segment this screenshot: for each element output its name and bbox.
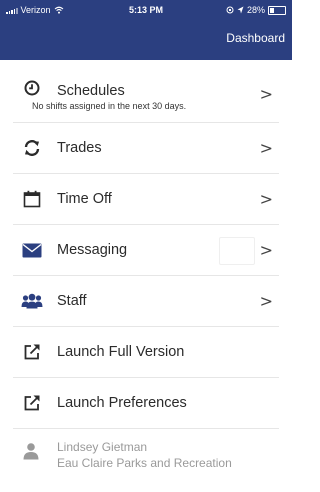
user-name: Lindsey Gietman — [57, 440, 148, 454]
chevron-right-icon: > — [259, 84, 273, 104]
schedules-sublabel: No shifts assigned in the next 30 days. — [32, 101, 187, 111]
menu-item-messaging[interactable]: Messaging > — [13, 225, 279, 276]
location-icon — [237, 6, 244, 14]
menu-item-staff[interactable]: Staff > — [13, 276, 279, 327]
chevron-right-icon: > — [259, 189, 273, 209]
orientation-lock-icon — [226, 6, 234, 14]
dashboard-link[interactable]: Dashboard — [226, 31, 285, 45]
refresh-icon — [21, 139, 43, 157]
menu-item-label: Time Off — [57, 191, 112, 207]
app-header: Verizon 5:13 PM 28% Dashboard — [0, 0, 292, 60]
external-link-icon — [21, 343, 43, 361]
chevron-right-icon: > — [259, 138, 273, 158]
menu-item-label: Messaging — [57, 242, 128, 258]
menu-item-launch-full-version[interactable]: Launch Full Version — [13, 327, 279, 378]
menu-item-label: Schedules — [57, 83, 125, 99]
envelope-icon — [21, 241, 43, 259]
menu-item-label: Launch Preferences — [57, 395, 187, 411]
battery-icon — [268, 5, 286, 15]
clock-icon — [21, 79, 43, 97]
user-icon — [23, 442, 39, 460]
menu-item-schedules[interactable]: Schedules No shifts assigned in the next… — [13, 66, 279, 123]
main-menu: Schedules No shifts assigned in the next… — [13, 66, 279, 429]
users-icon — [21, 292, 43, 310]
status-bar: Verizon 5:13 PM 28% — [0, 0, 292, 20]
user-organization: Eau Claire Parks and Recreation — [57, 456, 232, 470]
calendar-icon — [21, 190, 43, 208]
status-right: 28% — [226, 5, 286, 15]
menu-item-trades[interactable]: Trades > — [13, 123, 279, 174]
menu-item-launch-preferences[interactable]: Launch Preferences — [13, 378, 279, 429]
user-profile: Lindsey Gietman Eau Claire Parks and Rec… — [13, 436, 279, 480]
chevron-right-icon: > — [259, 291, 273, 311]
message-count-badge — [219, 237, 255, 265]
menu-item-label: Trades — [57, 140, 102, 156]
menu-item-label: Staff — [57, 293, 87, 309]
menu-item-label: Launch Full Version — [57, 344, 185, 360]
menu-item-time-off[interactable]: Time Off > — [13, 174, 279, 225]
external-link-icon — [21, 394, 43, 412]
battery-percent: 28% — [246, 5, 265, 15]
chevron-right-icon: > — [259, 240, 273, 260]
